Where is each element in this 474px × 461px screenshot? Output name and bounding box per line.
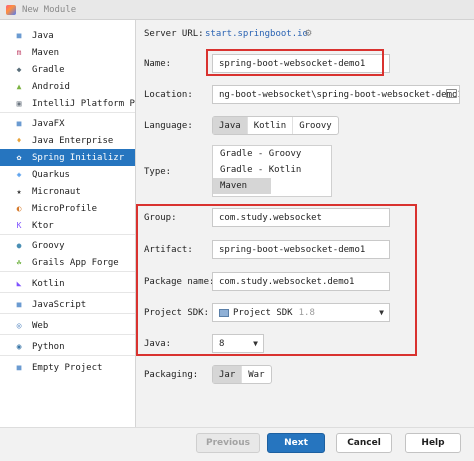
grails-icon: ☘ (16, 258, 22, 267)
type-label: Type: (144, 167, 172, 177)
maven-icon: m (16, 48, 22, 57)
plugin-icon: ▣ (16, 99, 22, 108)
sidebar-separator (0, 112, 135, 113)
title-bar: New Module (0, 0, 474, 20)
microprofile-icon: ◐ (16, 204, 22, 213)
sidebar-item-label: Grails App Forge (32, 257, 119, 268)
server-url-link[interactable]: start.springboot.io (205, 29, 308, 39)
sidebar-item-label: Empty Project (32, 362, 103, 373)
packaging-label: Packaging: (144, 370, 199, 380)
sidebar-item-label: Gradle (32, 64, 65, 75)
sidebar-item-micronaut[interactable]: ★ Micronaut (0, 183, 135, 200)
sidebar-separator (0, 355, 135, 356)
sidebar-item-maven[interactable]: m Maven (0, 44, 135, 61)
sidebar-item-label: Java (32, 30, 54, 41)
sidebar-item-label: Maven (32, 47, 60, 58)
browse-folder-icon[interactable] (446, 89, 457, 98)
sidebar-item-javafx[interactable]: ■ JavaFX (0, 115, 135, 132)
sidebar-item-web[interactable]: ◎ Web (0, 317, 135, 334)
folder-icon: ■ (16, 119, 22, 128)
sidebar-item-ktor[interactable]: K Ktor (0, 217, 135, 234)
type-option-maven[interactable]: Maven (213, 178, 271, 194)
cancel-button[interactable]: Cancel (336, 433, 392, 453)
sidebar-item-label: JavaScript (32, 299, 87, 310)
sidebar-separator (0, 271, 135, 272)
type-option-gradle-groovy[interactable]: Gradle - Groovy (213, 146, 331, 162)
window-title: New Module (22, 4, 77, 15)
language-selector: Java Kotlin Groovy (212, 116, 339, 135)
micronaut-icon: ★ (16, 187, 22, 196)
intellij-logo-icon (6, 4, 16, 15)
sidebar-item-groovy[interactable]: ● Groovy (0, 237, 135, 254)
folder-icon: ■ (16, 363, 22, 372)
language-option-java[interactable]: Java (213, 117, 247, 134)
help-button[interactable]: Help (405, 433, 461, 453)
sidebar-item-label: Micronaut (32, 186, 81, 197)
location-field[interactable]: ng-boot-websocket\spring-boot-websocket-… (212, 85, 460, 104)
enterprise-icon: ♦ (16, 136, 22, 145)
sidebar-item-android[interactable]: ▲ Android (0, 78, 135, 95)
sidebar-separator (0, 292, 135, 293)
sidebar-item-intellij-platform-plugin[interactable]: ▣ IntelliJ Platform Plugin (0, 95, 135, 112)
server-url-label: Server URL: (144, 29, 204, 39)
sidebar-separator (0, 334, 135, 335)
groovy-icon: ● (16, 241, 22, 250)
sidebar-item-quarkus[interactable]: ◈ Quarkus (0, 166, 135, 183)
sidebar-item-label: MicroProfile (32, 203, 98, 214)
sidebar-item-label: IntelliJ Platform Plugin (32, 98, 135, 109)
python-icon: ◉ (16, 342, 22, 351)
sidebar-item-grails-app-forge[interactable]: ☘ Grails App Forge (0, 254, 135, 271)
gradle-icon: ◆ (16, 65, 22, 74)
highlight-box-project-metadata (136, 204, 417, 356)
sidebar-item-label: Groovy (32, 240, 65, 251)
spring-icon: ✿ (16, 153, 22, 162)
language-option-kotlin[interactable]: Kotlin (246, 117, 293, 134)
sidebar-item-label: Web (32, 320, 49, 331)
highlight-box-name (206, 49, 384, 76)
sidebar-item-empty-project[interactable]: ■ Empty Project (0, 359, 135, 376)
globe-icon: ◎ (16, 321, 22, 330)
quarkus-icon: ◈ (16, 170, 22, 179)
sidebar-separator (0, 313, 135, 314)
packaging-option-jar[interactable]: Jar (213, 366, 242, 383)
sidebar-item-label: Spring Initializr (32, 152, 125, 163)
name-label: Name: (144, 59, 172, 69)
sidebar-item-label: Python (32, 341, 65, 352)
android-icon: ▲ (16, 82, 22, 91)
language-option-groovy[interactable]: Groovy (292, 117, 338, 134)
sidebar-item-python[interactable]: ◉ Python (0, 338, 135, 355)
footer-divider (0, 427, 474, 428)
sidebar-item-kotlin[interactable]: ◣ Kotlin (0, 275, 135, 292)
sidebar-item-label: Kotlin (32, 278, 65, 289)
type-option-gradle-kotlin[interactable]: Gradle - Kotlin (213, 162, 331, 178)
sidebar-item-label: Quarkus (32, 169, 70, 180)
packaging-selector: Jar War (212, 365, 272, 384)
location-value: ng-boot-websocket\spring-boot-websocket-… (219, 89, 460, 100)
sidebar-item-java-enterprise[interactable]: ♦ Java Enterprise (0, 132, 135, 149)
gear-icon[interactable]: ⚙ (305, 27, 316, 38)
sidebar-item-gradle[interactable]: ◆ Gradle (0, 61, 135, 78)
location-label: Location: (144, 90, 193, 100)
sidebar-item-label: Android (32, 81, 70, 92)
sidebar-separator (0, 234, 135, 235)
kotlin-icon: ◣ (16, 279, 22, 288)
folder-icon: ■ (16, 31, 22, 40)
sidebar-item-java[interactable]: ■ Java (0, 27, 135, 44)
previous-button[interactable]: Previous (196, 433, 260, 453)
sidebar-item-label: Java Enterprise (32, 135, 114, 146)
next-button[interactable]: Next (267, 433, 325, 453)
sidebar-item-microprofile[interactable]: ◐ MicroProfile (0, 200, 135, 217)
packaging-option-war[interactable]: War (241, 366, 270, 383)
sidebar-item-spring-initializr[interactable]: ✿ Spring Initializr (0, 149, 135, 166)
module-type-sidebar: ■ Java m Maven ◆ Gradle ▲ Android ▣ IntelliJ Plat… (0, 20, 136, 427)
sidebar-item-label: Ktor (32, 220, 54, 231)
sidebar-item-label: JavaFX (32, 118, 65, 129)
javascript-icon: ■ (16, 300, 22, 309)
type-selector: Gradle - Groovy Gradle - Kotlin Maven (212, 145, 332, 197)
language-label: Language: (144, 121, 193, 131)
sidebar-item-javascript[interactable]: ■ JavaScript (0, 296, 135, 313)
ktor-icon: K (16, 221, 22, 230)
